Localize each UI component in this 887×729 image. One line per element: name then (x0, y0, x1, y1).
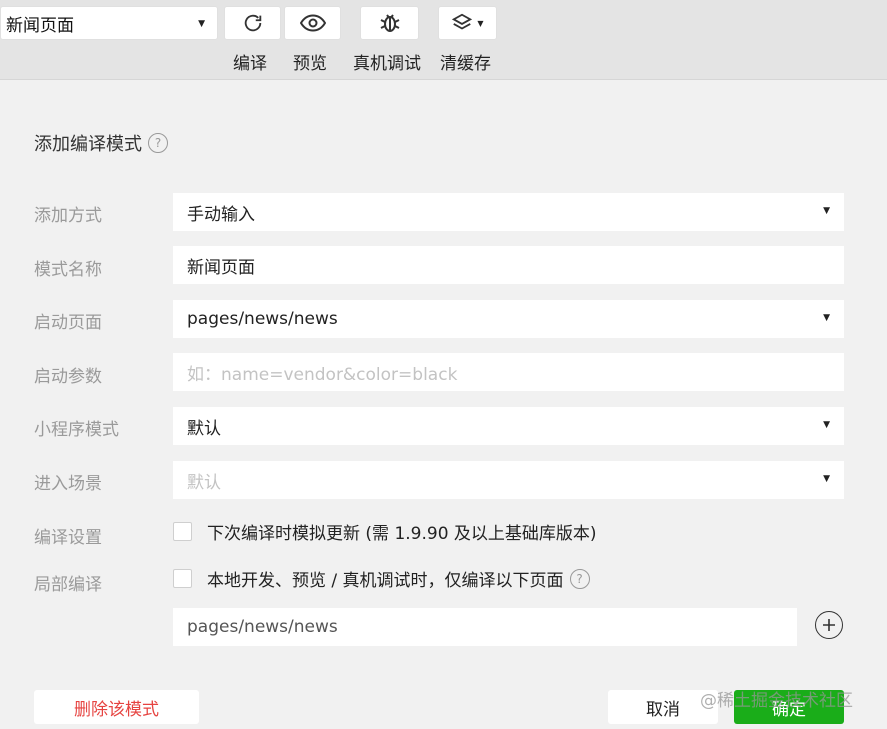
preview-button[interactable] (284, 6, 341, 40)
caret-down-icon: ▼ (823, 206, 830, 216)
clear-cache-button[interactable]: ▼ (438, 6, 497, 40)
partial-compile-label: 局部编译 (34, 575, 102, 595)
partial-page-value: pages/news/news (187, 617, 338, 637)
bug-icon (380, 14, 399, 32)
launch-params-placeholder: 如：name=vendor&color=black (187, 364, 458, 385)
eye-icon (299, 14, 326, 32)
partial-compile-option: 本地开发、预览 / 真机调试时，仅编译以下页面 ? (207, 566, 590, 591)
scene-placeholder: 默认 (187, 472, 221, 493)
miniprogram-mode-select[interactable]: 默认 ▼ (173, 407, 844, 445)
preview-label: 预览 (293, 54, 327, 74)
miniprogram-mode-value: 默认 (187, 418, 221, 439)
remote-debug-button[interactable] (360, 6, 419, 40)
caret-down-icon: ▼ (823, 474, 830, 484)
scene-label: 进入场景 (34, 474, 102, 494)
mode-name-value: 新闻页面 (187, 257, 255, 278)
compile-button[interactable] (224, 6, 281, 40)
watermark: @稀土掘金技术社区 (700, 691, 853, 711)
remote-debug-label: 真机调试 (353, 54, 421, 74)
partial-compile-text: 本地开发、预览 / 真机调试时，仅编译以下页面 (207, 571, 564, 591)
top-toolbar: 新闻页面 ▼ ▼ 编译 预览 真机调试 清缓存 (0, 0, 887, 80)
compile-label: 编译 (233, 54, 267, 74)
add-method-label: 添加方式 (34, 206, 102, 226)
help-icon[interactable]: ? (569, 568, 590, 589)
help-icon[interactable]: ? (148, 133, 168, 153)
launch-page-value: pages/news/news (187, 309, 338, 329)
caret-down-icon: ▼ (477, 18, 484, 28)
add-method-select[interactable]: 手动输入 ▼ (173, 193, 844, 231)
simulate-update-checkbox[interactable] (173, 522, 192, 541)
launch-params-label: 启动参数 (34, 367, 102, 387)
launch-page-select[interactable]: pages/news/news ▼ (173, 300, 844, 338)
layers-icon (452, 13, 473, 30)
dialog-title: 添加编译模式 ? (34, 130, 168, 156)
compile-settings-label: 编译设置 (34, 528, 102, 548)
launch-page-label: 启动页面 (34, 313, 102, 333)
partial-page-input[interactable]: pages/news/news (173, 608, 797, 646)
scene-select[interactable]: 默认 ▼ (173, 461, 844, 499)
delete-mode-button[interactable]: 删除该模式 (34, 690, 199, 724)
mode-name-label: 模式名称 (34, 260, 102, 280)
dialog-title-text: 添加编译模式 (34, 134, 142, 155)
compile-mode-select[interactable]: 新闻页面 ▼ (0, 6, 218, 40)
caret-down-icon: ▼ (198, 19, 205, 29)
refresh-icon (244, 14, 261, 32)
miniprogram-mode-label: 小程序模式 (34, 420, 119, 440)
launch-params-input[interactable]: 如：name=vendor&color=black (173, 353, 844, 391)
plus-icon (823, 619, 835, 631)
caret-down-icon: ▼ (823, 420, 830, 430)
add-page-button[interactable] (815, 611, 843, 639)
mode-name-input[interactable]: 新闻页面 (173, 246, 844, 284)
clear-cache-label: 清缓存 (440, 54, 491, 74)
add-method-value: 手动输入 (187, 204, 255, 225)
simulate-update-text: 下次编译时模拟更新 (需 1.9.90 及以上基础库版本) (207, 524, 597, 544)
compile-mode-value: 新闻页面 (6, 15, 74, 36)
caret-down-icon: ▼ (823, 313, 830, 323)
partial-compile-checkbox[interactable] (173, 569, 192, 588)
